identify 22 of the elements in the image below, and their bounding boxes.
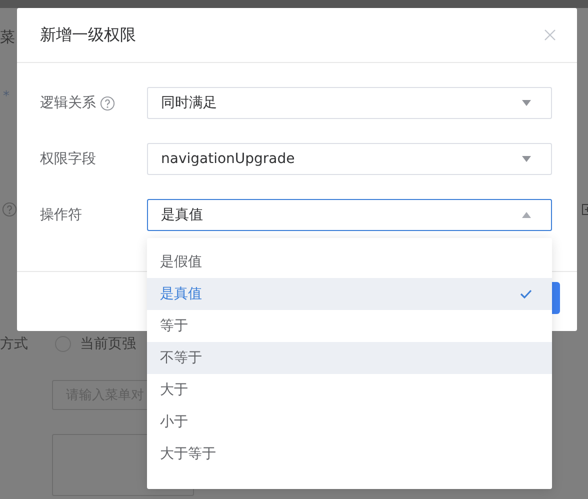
- close-icon[interactable]: [544, 29, 556, 41]
- field-label: 方式: [0, 335, 28, 353]
- dialog-title: 新增一级权限: [40, 24, 136, 46]
- field-label: 权限字段: [40, 150, 96, 168]
- caret-icon: [522, 212, 531, 218]
- help-icon: [2, 202, 17, 217]
- dropdown-option[interactable]: 不等于: [147, 342, 552, 374]
- select-field[interactable]: 同时满足: [147, 87, 552, 119]
- caret-icon: [522, 156, 531, 162]
- dropdown-option[interactable]: 大于等于: [147, 438, 552, 470]
- dropdown-option[interactable]: 等于: [147, 310, 552, 342]
- section-title: 菜: [0, 28, 16, 47]
- dropdown-option[interactable]: 是假值: [147, 246, 552, 278]
- check-icon: [520, 289, 532, 299]
- select-field[interactable]: navigationUpgrade: [147, 143, 552, 175]
- field-label: 操作符: [40, 206, 82, 224]
- dropdown-option[interactable]: 是真值: [147, 278, 552, 310]
- select-field[interactable]: 是真值: [147, 199, 552, 231]
- caret-icon: [522, 100, 531, 106]
- radio-label: 当前页强: [80, 335, 136, 353]
- required-mark: *: [3, 89, 10, 104]
- field-label: 逻辑关系: [40, 94, 96, 112]
